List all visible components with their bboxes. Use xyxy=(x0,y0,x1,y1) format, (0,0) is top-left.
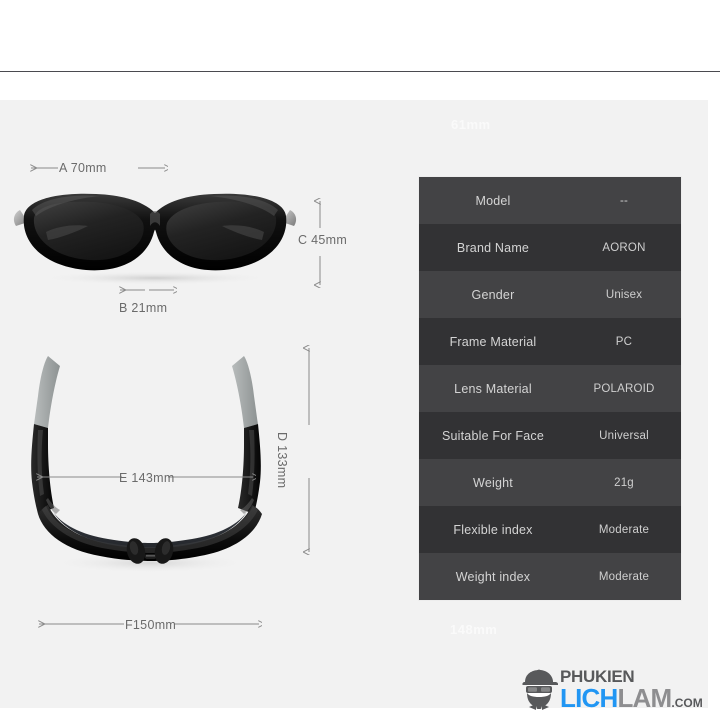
table-row: Gender Unisex xyxy=(419,271,681,318)
table-row: Brand Name AORON xyxy=(419,224,681,271)
table-row: Flexible index Moderate xyxy=(419,506,681,553)
spec-key: Brand Name xyxy=(456,240,530,255)
spec-value: Moderate xyxy=(598,570,650,583)
dimension-label-d: D 133mm xyxy=(275,432,289,489)
table-row: Weight index Moderate xyxy=(419,553,681,600)
spec-value: Unisex xyxy=(605,288,643,301)
dimension-b-line xyxy=(117,284,177,296)
watermark-top-dimension: 61mm xyxy=(451,117,491,132)
logo-lam-text: LAM xyxy=(617,683,672,713)
spec-key: Weight xyxy=(473,475,513,490)
spec-value: Moderate xyxy=(598,523,650,536)
spec-value: PC xyxy=(615,335,633,348)
spec-key: Gender xyxy=(471,287,515,302)
table-row: Model -- xyxy=(419,177,681,224)
spec-key: Flexible index xyxy=(453,522,533,537)
spec-key: Frame Material xyxy=(449,334,537,349)
dimension-label-f: F150mm xyxy=(125,618,177,632)
specification-table: Model -- Brand Name AORON Gender Unisex … xyxy=(419,177,681,600)
table-row: Suitable For Face Universal xyxy=(419,412,681,459)
spec-value: AORON xyxy=(602,241,646,254)
spec-key: Model xyxy=(475,193,511,208)
site-logo[interactable]: PHUKIEN LICHLAM.COM xyxy=(519,668,709,712)
sunglasses-front-image xyxy=(13,193,297,285)
spec-value: -- xyxy=(619,194,629,207)
header-divider xyxy=(0,71,720,72)
dimension-label-c: C 45mm xyxy=(298,233,348,247)
dimension-label-a: A 70mm xyxy=(59,161,107,175)
spec-value: 21g xyxy=(614,476,634,489)
table-row: Lens Material POLAROID xyxy=(419,365,681,412)
dimension-d-line xyxy=(302,345,316,555)
dimension-label-b: B 21mm xyxy=(119,301,168,315)
logo-dotcom-text: .COM xyxy=(671,696,703,710)
spec-value: POLAROID xyxy=(593,382,655,395)
logo-line-lichlam: LICHLAM.COM xyxy=(560,683,703,715)
logo-wordmark: PHUKIEN LICHLAM.COM xyxy=(560,668,703,715)
table-row: Weight 21g xyxy=(419,459,681,506)
watermark-bottom-dimension: 148mm xyxy=(450,622,498,637)
spec-key: Weight index xyxy=(455,569,531,584)
table-row: Frame Material PC xyxy=(419,318,681,365)
bearded-man-mascot-icon xyxy=(522,669,558,710)
spec-value: Universal xyxy=(599,429,649,442)
spec-key: Suitable For Face xyxy=(441,428,545,443)
spec-key: Lens Material xyxy=(454,381,532,396)
product-spec-page: A 70mm B 21mm C 45mm E 143mm F150mm D 13… xyxy=(0,0,720,720)
dimension-label-e: E 143mm xyxy=(119,471,175,485)
logo-lich-text: LICH xyxy=(560,683,618,713)
